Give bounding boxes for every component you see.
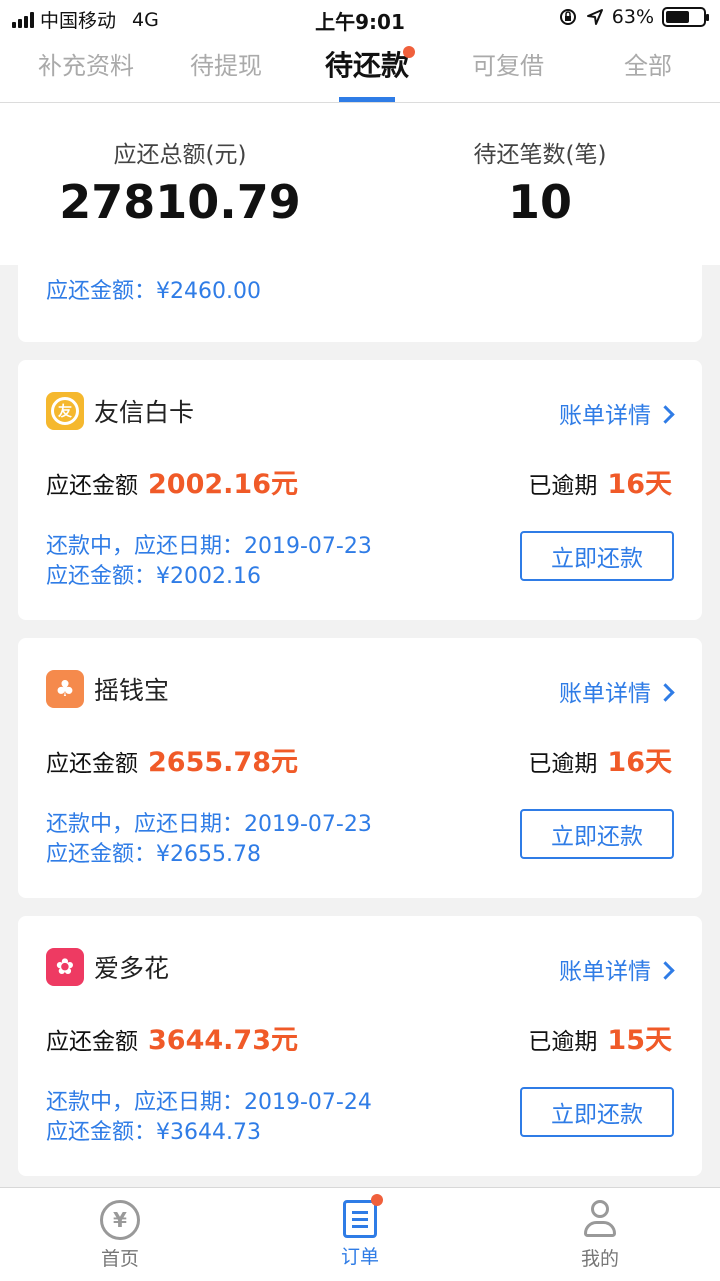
loan-card-header: ♣ 摇钱宝 bbox=[46, 670, 169, 708]
amount-due-label: 应还金额 bbox=[46, 473, 138, 499]
overdue-days: 15天 bbox=[607, 1025, 672, 1056]
loan-info: 还款中，应还日期：2019-07-23 应还金额：¥2655.78 bbox=[46, 810, 372, 870]
logo-char: ✿ bbox=[55, 954, 75, 980]
bill-detail-link[interactable]: 账单详情 bbox=[559, 396, 675, 430]
location-arrow-icon bbox=[586, 9, 603, 25]
logo-char: 友 bbox=[51, 397, 79, 425]
loan-card-partial: 应还金额：¥2460.00 bbox=[18, 265, 702, 342]
pending-count-value: 10 bbox=[507, 175, 572, 229]
loan-card: ♣ 摇钱宝 账单详情 应还金额 2655.78元 已逾期 16天 还款中，应还日期：… bbox=[18, 638, 702, 898]
flower-logo-icon: ✿ bbox=[46, 948, 84, 986]
amount-due-row: 应还金额 3644.73元 bbox=[46, 1018, 298, 1057]
repay-date-line: 还款中，应还日期：2019-07-23 bbox=[46, 534, 372, 559]
total-due-value: 27810.79 bbox=[59, 175, 301, 229]
rotation-lock-icon bbox=[559, 9, 576, 25]
loan-card-header: ✿ 爱多花 bbox=[46, 948, 169, 986]
amount-due-label: 应还金额 bbox=[46, 1029, 138, 1055]
yuan-icon: ¥ bbox=[100, 1200, 140, 1240]
overdue-row: 已逾期 15天 bbox=[528, 1018, 672, 1057]
tab-label: 全部 bbox=[624, 52, 672, 80]
loan-product-name: 友信白卡 bbox=[94, 398, 195, 427]
overdue-row: 已逾期 16天 bbox=[528, 740, 672, 779]
tab-supplement[interactable]: 补充资料 bbox=[16, 36, 156, 102]
loan-info: 还款中，应还日期：2019-07-24 应还金额：¥3644.73 bbox=[46, 1088, 372, 1148]
amount-due-value: 3644.73元 bbox=[148, 1025, 298, 1056]
pay-now-button[interactable]: 立即还款 bbox=[520, 809, 674, 859]
repay-date-line: 还款中，应还日期：2019-07-24 bbox=[46, 1090, 372, 1115]
amount-due-value: 2002.16元 bbox=[148, 469, 298, 500]
bill-detail-label: 账单详情 bbox=[559, 959, 651, 985]
battery-percent: 63% bbox=[611, 6, 654, 28]
nav-profile[interactable]: 我的 bbox=[480, 1200, 720, 1271]
amount-due-row: 应还金额 2002.16元 bbox=[46, 462, 298, 501]
amount-due-value: 2655.78元 bbox=[148, 747, 298, 778]
order-tabs: 补充资料 待提现 待还款 可复借 全部 bbox=[0, 36, 720, 103]
nav-label: 我的 bbox=[580, 1248, 619, 1270]
loan-product-name: 爱多花 bbox=[94, 954, 170, 983]
amount-due-label: 应还金额 bbox=[46, 751, 138, 777]
battery-icon bbox=[662, 7, 709, 27]
overdue-days: 16天 bbox=[607, 747, 672, 778]
loan-list[interactable]: 应还金额：¥2460.00 友 友信白卡 账单详情 应还金额 2002.16元 已… bbox=[0, 265, 720, 1187]
active-tab-indicator bbox=[339, 97, 395, 102]
loan-card: 友 友信白卡 账单详情 应还金额 2002.16元 已逾期 16天 还款中，应还日期… bbox=[18, 360, 702, 620]
pay-now-button[interactable]: 立即还款 bbox=[520, 1087, 674, 1137]
tab-label: 可复借 bbox=[472, 52, 544, 80]
loan-info-amount: 应还金额：¥2460.00 bbox=[46, 279, 261, 304]
repay-date-line: 还款中，应还日期：2019-07-23 bbox=[46, 812, 372, 837]
notification-dot bbox=[371, 1194, 383, 1206]
bill-detail-link[interactable]: 账单详情 bbox=[559, 674, 675, 708]
notification-dot bbox=[403, 46, 415, 58]
chevron-right-icon bbox=[656, 405, 675, 424]
overdue-label: 已逾期 bbox=[528, 1029, 598, 1055]
amount-due-row: 应还金额 2655.78元 bbox=[46, 740, 298, 779]
bill-detail-link[interactable]: 账单详情 bbox=[559, 952, 675, 986]
repay-amount-line: 应还金额：¥3644.73 bbox=[46, 1120, 261, 1145]
overdue-label: 已逾期 bbox=[528, 751, 598, 777]
repayment-summary: 应还总额(元) 27810.79 待还笔数(笔) 10 bbox=[0, 103, 720, 265]
pending-count-block: 待还笔数(笔) 10 bbox=[360, 135, 720, 229]
overdue-label: 已逾期 bbox=[528, 473, 598, 499]
tab-pending-repay[interactable]: 待还款 bbox=[297, 36, 437, 102]
bottom-nav: ¥ 首页 订单 我的 bbox=[0, 1187, 720, 1281]
nav-label: 订单 bbox=[340, 1246, 379, 1268]
status-bar: 中国移动 4G 上午9:01 63% bbox=[0, 0, 720, 36]
clover-logo-icon: ♣ bbox=[46, 670, 84, 708]
person-icon bbox=[580, 1200, 620, 1240]
repay-amount-line: 应还金额：¥2002.16 bbox=[46, 564, 261, 589]
logo-char: ♣ bbox=[55, 676, 75, 702]
nav-home[interactable]: ¥ 首页 bbox=[0, 1200, 240, 1271]
chevron-right-icon bbox=[656, 961, 675, 980]
pending-count-label: 待还笔数(笔) bbox=[473, 142, 607, 168]
pay-now-button[interactable]: 立即还款 bbox=[520, 531, 674, 581]
tab-label: 待还款 bbox=[324, 49, 409, 82]
loan-card-header: 友 友信白卡 bbox=[46, 392, 194, 430]
loan-product-name: 摇钱宝 bbox=[94, 676, 170, 705]
youxin-logo-icon: 友 bbox=[46, 392, 84, 430]
tab-reborrow[interactable]: 可复借 bbox=[438, 36, 578, 102]
chevron-right-icon bbox=[656, 683, 675, 702]
total-due-block: 应还总额(元) 27810.79 bbox=[0, 135, 360, 229]
loan-card: ✿ 爱多花 账单详情 应还金额 3644.73元 已逾期 15天 还款中，应还日期：… bbox=[18, 916, 702, 1176]
nav-orders[interactable]: 订单 bbox=[240, 1194, 480, 1269]
overdue-days: 16天 bbox=[607, 469, 672, 500]
nav-label: 首页 bbox=[100, 1248, 139, 1270]
tab-label: 待提现 bbox=[190, 52, 262, 80]
bill-detail-label: 账单详情 bbox=[559, 403, 651, 429]
battery-fill bbox=[666, 11, 689, 23]
repay-amount-line: 应还金额：¥2655.78 bbox=[46, 842, 261, 867]
tab-label: 补充资料 bbox=[38, 52, 134, 80]
loan-info: 还款中，应还日期：2019-07-23 应还金额：¥2002.16 bbox=[46, 532, 372, 592]
tab-pending-withdraw[interactable]: 待提现 bbox=[156, 36, 296, 102]
status-right: 63% bbox=[558, 6, 709, 28]
overdue-row: 已逾期 16天 bbox=[528, 462, 672, 501]
order-icon bbox=[343, 1194, 383, 1238]
bill-detail-label: 账单详情 bbox=[559, 681, 651, 707]
total-due-label: 应还总额(元) bbox=[113, 142, 247, 168]
tab-all[interactable]: 全部 bbox=[578, 36, 718, 102]
